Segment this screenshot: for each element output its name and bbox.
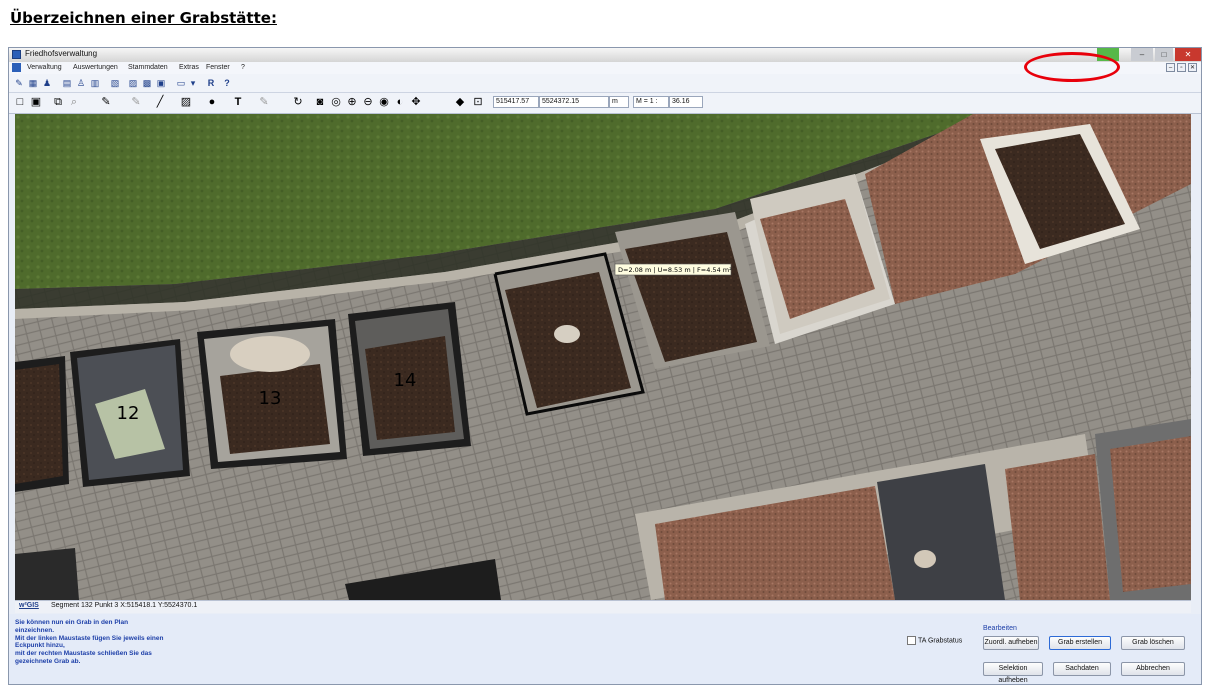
mdi-minimize-button[interactable]: –: [1166, 63, 1175, 72]
zoom-extent-icon[interactable]: ◙: [313, 95, 327, 109]
people-icon[interactable]: ♙: [75, 77, 87, 89]
grab-loeschen-button[interactable]: Grab löschen: [1121, 636, 1185, 650]
window-icon[interactable]: ▭: [175, 77, 187, 89]
chevron-down-icon[interactable]: ▾: [187, 77, 199, 89]
abbrechen-button[interactable]: Abbrechen: [1121, 662, 1185, 676]
pan-icon[interactable]: ✥: [409, 95, 423, 109]
fill-circle-icon[interactable]: ●: [205, 95, 219, 109]
sachdaten-button[interactable]: Sachdaten: [1053, 662, 1111, 676]
scale-label: M = 1 :: [633, 96, 669, 108]
grave-label-14: 14: [394, 370, 417, 391]
instruction-line: Mit der linken Maustaste fügen Sie jewei…: [15, 634, 164, 642]
status-bar: w²GIS Segment 132 Punkt 3 X:515418.1 Y:5…: [15, 600, 1191, 613]
r-icon[interactable]: R: [205, 77, 217, 89]
line-icon[interactable]: ╱: [153, 95, 167, 109]
zoom-in-icon[interactable]: ⊕: [345, 95, 359, 109]
folder-icon[interactable]: ▣: [155, 77, 167, 89]
mdi-restore-button[interactable]: ▫: [1177, 63, 1186, 72]
select-icon[interactable]: ◆: [453, 95, 467, 109]
pen-icon[interactable]: ✎: [99, 95, 113, 109]
instruction-text: Sie können nun ein Grab in den Plan einz…: [15, 619, 255, 666]
measure-text: D=2.08 m | U=8.53 m | F=4.54 m²: [618, 266, 732, 274]
pen-disabled-icon[interactable]: ✎: [129, 95, 143, 109]
edit-group-label: Bearbeiten: [983, 625, 1017, 632]
status-indicator-icon: [1097, 48, 1119, 61]
maximize-button[interactable]: □: [1155, 48, 1173, 61]
grave-label-12: 12: [117, 403, 140, 424]
menu-stammdaten[interactable]: Stammdaten: [128, 64, 168, 71]
edit-icon[interactable]: ✎: [13, 77, 25, 89]
grab-erstellen-button[interactable]: Grab erstellen: [1049, 636, 1111, 650]
mdi-close-button[interactable]: ✕: [1188, 63, 1197, 72]
instruction-line: Sie können nun ein Grab in den Plan: [15, 619, 129, 626]
zoom-window-icon[interactable]: ◎: [329, 95, 343, 109]
document-icon[interactable]: ▥: [89, 77, 101, 89]
ta-grabstatus-checkbox[interactable]: TA Grabstatus: [907, 636, 962, 645]
aerial-map[interactable]: 12 13 14 D=2.08 m | U=8.53 m | F=4.54 m²: [15, 114, 1191, 600]
window-title: Friedhofsverwaltung: [25, 49, 98, 58]
report-icon[interactable]: ▧: [109, 77, 121, 89]
instruction-line: mit der rechten Maustaste schließen Sie …: [15, 650, 152, 658]
map-icon[interactable]: ▦: [27, 77, 39, 89]
eraser-icon[interactable]: ✎: [257, 95, 271, 109]
selektion-aufheben-button[interactable]: Selektion aufheben: [983, 662, 1043, 684]
instruction-line: einzeichnen.: [15, 626, 55, 634]
print-icon[interactable]: ▣: [29, 95, 43, 109]
minimize-button[interactable]: –: [1131, 48, 1153, 61]
menu-help[interactable]: ?: [241, 64, 245, 71]
menu-bar: Verwaltung Auswertungen Stammdaten Extra…: [9, 62, 1201, 74]
menu-fenster[interactable]: Fenster: [206, 64, 230, 71]
w2gis-logo: w²GIS: [19, 602, 39, 609]
coord-y-field[interactable]: 5524372.15: [539, 96, 609, 108]
new-icon[interactable]: □: [13, 95, 27, 109]
scale-field[interactable]: 36.16: [669, 96, 703, 108]
zoom-previous-icon[interactable]: ◉: [377, 95, 391, 109]
coord-x-field[interactable]: 515417.57: [493, 96, 539, 108]
close-button[interactable]: ✕: [1175, 48, 1201, 61]
application-window: Friedhofsverwaltung – □ ✕ Verwaltung Aus…: [8, 47, 1202, 685]
main-toolbar: ✎ ▦ ♟ ▤ ♙ ▥ ▧ ▨ ▩ ▣ ▭ ▾ R ?: [9, 74, 1201, 93]
zuordnung-aufheben-button[interactable]: Zuordl. aufheben: [983, 636, 1039, 650]
database-icon[interactable]: ▩: [141, 77, 153, 89]
checkbox-box[interactable]: [907, 636, 916, 645]
chart-icon[interactable]: ▨: [127, 77, 139, 89]
refresh-icon[interactable]: ↻: [291, 95, 305, 109]
zoom-back-icon[interactable]: ◐: [393, 95, 407, 109]
instruction-line: Eckpunkt hinzu,: [15, 642, 65, 650]
status-text: Segment 132 Punkt 3 X:515418.1 Y:5524370…: [51, 602, 198, 609]
menu-verwaltung[interactable]: Verwaltung: [27, 64, 62, 71]
menu-auswertungen[interactable]: Auswertungen: [73, 64, 118, 71]
drawing-toolbar: □ ▣ ⧉ ⌕ ✎ ✎ ╱ ▨ ● T ✎ ↻ ◙ ◎ ⊕ ⊖ ◉ ◐ ✥ ◆ …: [9, 93, 1201, 114]
document-icon: [12, 63, 21, 72]
grave-label-13: 13: [259, 388, 282, 409]
unit-field: m: [609, 96, 629, 108]
grave-icon[interactable]: ▤: [61, 77, 73, 89]
instruction-line: gezeichnete Grab ab.: [15, 657, 81, 665]
edit-panel: Sie können nun ein Grab in den Plan einz…: [9, 614, 1201, 684]
document-heading: Überzeichnen einer Grabstätte:: [10, 9, 277, 27]
person-icon[interactable]: ♟: [41, 77, 53, 89]
app-icon: [12, 50, 21, 59]
measure-icon[interactable]: ⊡: [471, 95, 485, 109]
search-icon[interactable]: ⌕: [67, 95, 81, 109]
menu-extras[interactable]: Extras: [179, 64, 199, 71]
title-bar: Friedhofsverwaltung – □ ✕: [9, 48, 1201, 62]
text-icon[interactable]: T: [231, 95, 245, 109]
help-icon[interactable]: ?: [221, 77, 233, 89]
map-view[interactable]: 12 13 14 D=2.08 m | U=8.53 m | F=4.54 m²: [15, 114, 1191, 600]
copy-icon[interactable]: ⧉: [51, 95, 65, 109]
hatch-icon[interactable]: ▨: [179, 95, 193, 109]
checkbox-label: TA Grabstatus: [918, 637, 963, 645]
zoom-out-icon[interactable]: ⊖: [361, 95, 375, 109]
